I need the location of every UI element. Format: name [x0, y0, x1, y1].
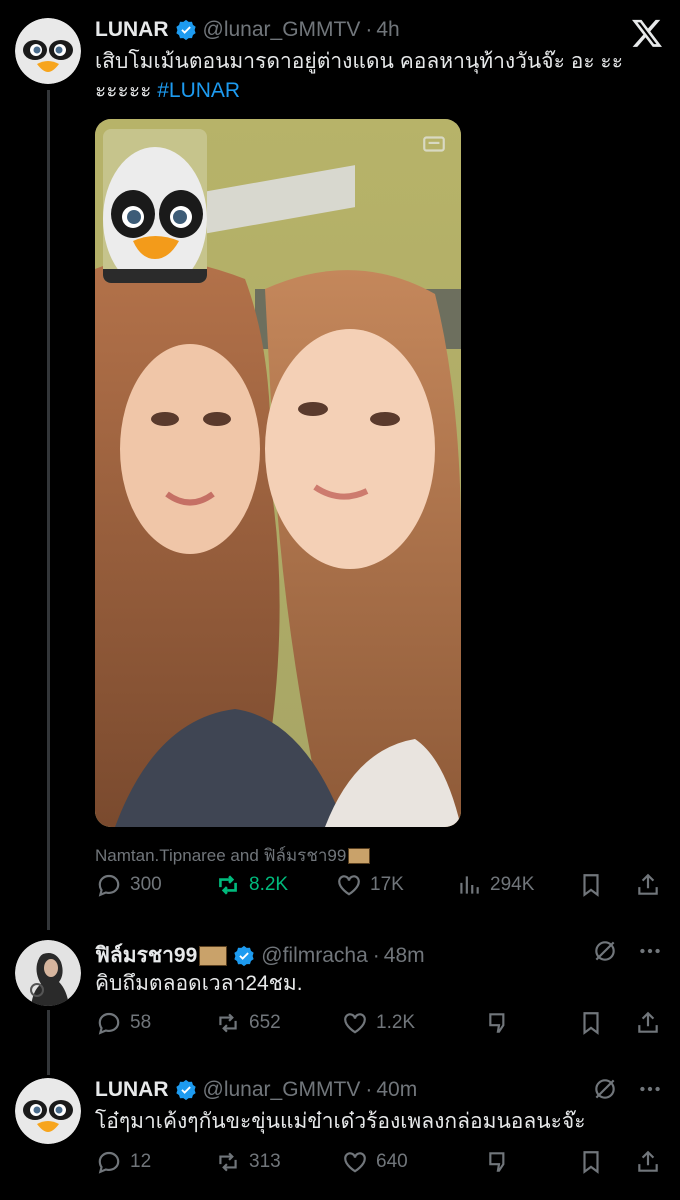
post-header: ฟิล์มรชา99 @filmracha · 48m [95, 939, 425, 972]
separator-dot: · [365, 1078, 373, 1101]
like-count: 1.2K [376, 1012, 416, 1033]
post-text: โอ๋ๆมาเค้งๆกันขะขุ่นแม่ข๋าเด๋วร้องเพลงกล… [95, 1110, 586, 1133]
grok-icon[interactable] [592, 1076, 618, 1102]
like-count: 640 [376, 1151, 408, 1172]
post-image[interactable] [95, 119, 461, 827]
reply-count: 58 [130, 1012, 152, 1033]
repost-count: 313 [249, 1151, 281, 1172]
tagged-users-label: Namtan.Tipnaree and ฟิล์มรชา99 [95, 846, 347, 865]
grok-icon[interactable] [592, 938, 618, 964]
bookmark-icon[interactable] [578, 1010, 604, 1036]
reply-button[interactable]: 300 [96, 872, 162, 898]
hashtag-link[interactable]: #LUNAR [157, 79, 240, 102]
repost-count: 652 [249, 1012, 281, 1033]
post-header: LUNAR @lunar_GMMTV · 4h [95, 18, 400, 42]
display-name[interactable]: LUNAR [95, 18, 169, 42]
more-options-icon[interactable] [637, 938, 663, 964]
views-button[interactable]: 294K [456, 872, 534, 898]
handle[interactable]: @lunar_GMMTV [203, 1078, 361, 1102]
repost-button[interactable]: 652 [215, 1010, 281, 1036]
downvote-icon[interactable] [486, 1149, 512, 1175]
avatar[interactable] [15, 1078, 81, 1144]
reply-count: 12 [130, 1151, 152, 1172]
thread-line-1 [47, 90, 50, 930]
bookmark-icon[interactable] [578, 872, 604, 898]
timestamp[interactable]: 4h [376, 18, 399, 42]
views-count: 294K [490, 874, 535, 895]
bookmark-icon[interactable] [578, 1149, 604, 1175]
alt-text-icon[interactable] [421, 131, 447, 162]
x-logo-icon[interactable] [632, 18, 662, 48]
post-header: LUNAR @lunar_GMMTV · 40m [95, 1078, 417, 1102]
display-name[interactable]: LUNAR [95, 1078, 169, 1102]
post-text: คิบถึมตลอดเวลา24ชม. [95, 972, 303, 995]
handle[interactable]: @filmracha [261, 944, 368, 968]
display-name[interactable]: ฟิล์มรชา99 [95, 939, 197, 972]
share-icon[interactable] [635, 1010, 661, 1036]
repost-button[interactable]: 313 [215, 1149, 281, 1175]
avatar[interactable] [15, 940, 81, 1006]
like-count: 17K [370, 874, 404, 895]
separator-dot: · [372, 943, 380, 967]
tagged-users[interactable]: Namtan.Tipnaree and ฟิล์มรชา99 [95, 842, 371, 869]
clapperboard-emoji-icon [199, 945, 228, 966]
downvote-icon[interactable] [486, 1010, 512, 1036]
thread-line-2 [47, 1010, 50, 1075]
share-icon[interactable] [635, 872, 661, 898]
reply-button[interactable]: 12 [96, 1149, 151, 1175]
separator-dot: · [365, 18, 373, 41]
verified-badge-icon [175, 19, 197, 41]
share-icon[interactable] [635, 1149, 661, 1175]
like-button[interactable]: 17K [336, 872, 404, 898]
timestamp[interactable]: 40m [376, 1078, 417, 1102]
clapperboard-emoji-icon [348, 847, 371, 864]
more-options-icon[interactable] [637, 1076, 663, 1102]
repost-count: 8.2K [249, 874, 289, 895]
repost-button[interactable]: 8.2K [215, 872, 288, 898]
video-call-thumbnail [103, 129, 207, 283]
reply-button[interactable]: 58 [96, 1010, 151, 1036]
verified-badge-icon [233, 945, 255, 967]
timestamp[interactable]: 48m [384, 944, 425, 968]
like-button[interactable]: 640 [342, 1149, 408, 1175]
handle[interactable]: @lunar_GMMTV [203, 18, 361, 42]
verified-badge-icon [175, 1079, 197, 1101]
avatar[interactable] [15, 18, 81, 84]
post-text: เสิบโมเม้นตอนมารดาอยู่ต่างแดน คอลหานุท้า… [95, 47, 640, 105]
like-button[interactable]: 1.2K [342, 1010, 415, 1036]
reply-count: 300 [130, 874, 162, 895]
